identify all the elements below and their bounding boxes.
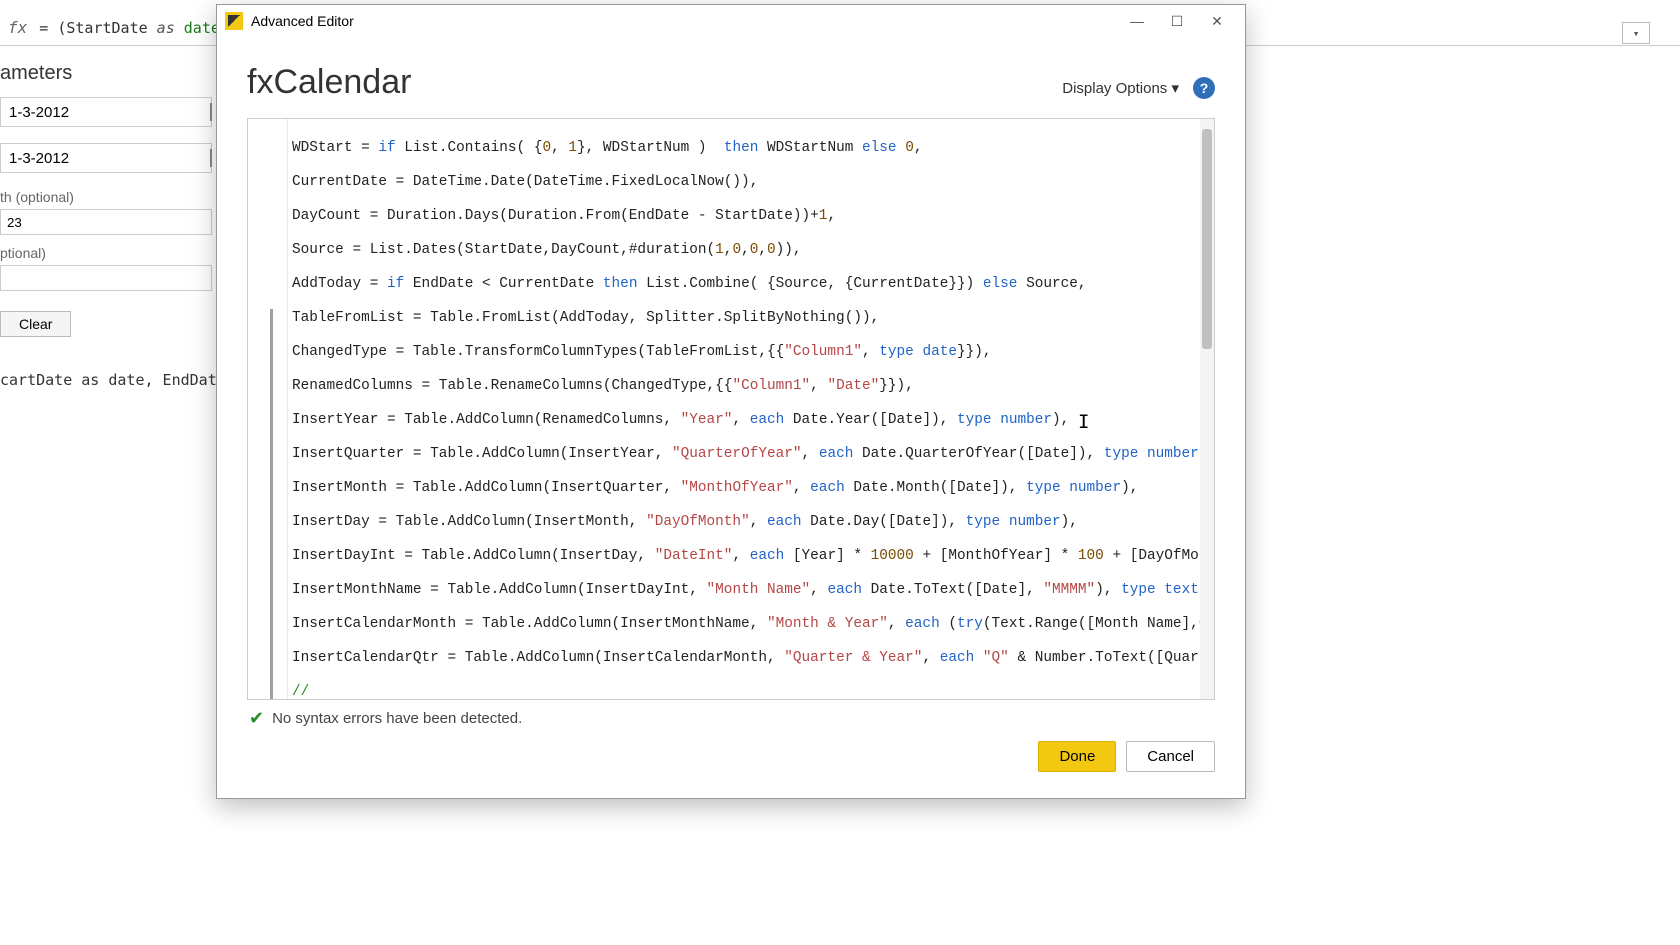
formula-expand-button[interactable]: ▾ [1622, 22, 1650, 44]
query-name: fxCalendar [247, 63, 411, 102]
vertical-scrollbar[interactable] [1200, 119, 1214, 699]
syntax-status: ✔ No syntax errors have been detected. [247, 700, 1215, 737]
checkmark-icon: ✔ [249, 708, 264, 729]
text-caret: I [1078, 411, 1089, 433]
code-editor[interactable]: WDStart = if List.Contains( {0, 1}, WDSt… [247, 118, 1215, 700]
display-options-dropdown[interactable]: Display Options ▾ [1062, 79, 1179, 97]
help-icon[interactable]: ? [1193, 77, 1215, 99]
end-date-input[interactable] [0, 143, 212, 173]
param-input-1[interactable] [0, 209, 212, 235]
fx-label: fx [8, 18, 27, 37]
cancel-button[interactable]: Cancel [1126, 741, 1215, 772]
calendar-icon[interactable] [210, 149, 212, 167]
calendar-icon[interactable] [210, 103, 212, 121]
titlebar: Advanced Editor — ☐ ✕ [217, 5, 1245, 37]
parameters-panel: ameters th (optional) ptional) Clear car… [0, 58, 212, 389]
start-date-input[interactable] [0, 97, 212, 127]
parameters-heading: ameters [0, 62, 212, 85]
advanced-editor-dialog: Advanced Editor — ☐ ✕ fxCalendar Display… [216, 4, 1246, 799]
param-input-2[interactable] [0, 265, 212, 291]
code-gutter [248, 119, 288, 699]
window-title: Advanced Editor [251, 13, 354, 29]
function-signature: cartDate as date, EndDate as d [0, 371, 212, 389]
clear-button[interactable]: Clear [0, 311, 71, 337]
param-label-1: th (optional) [0, 189, 212, 205]
status-text: No syntax errors have been detected. [272, 710, 522, 727]
minimize-button[interactable]: — [1117, 7, 1157, 35]
close-button[interactable]: ✕ [1197, 7, 1237, 35]
end-date-field[interactable] [7, 149, 210, 168]
start-date-field[interactable] [7, 103, 210, 122]
maximize-button[interactable]: ☐ [1157, 7, 1197, 35]
scrollbar-thumb[interactable] [1202, 129, 1212, 349]
done-button[interactable]: Done [1038, 741, 1116, 772]
param-label-2: ptional) [0, 245, 212, 261]
code-content[interactable]: WDStart = if List.Contains( {0, 1}, WDSt… [288, 119, 1200, 699]
app-icon [225, 12, 243, 30]
